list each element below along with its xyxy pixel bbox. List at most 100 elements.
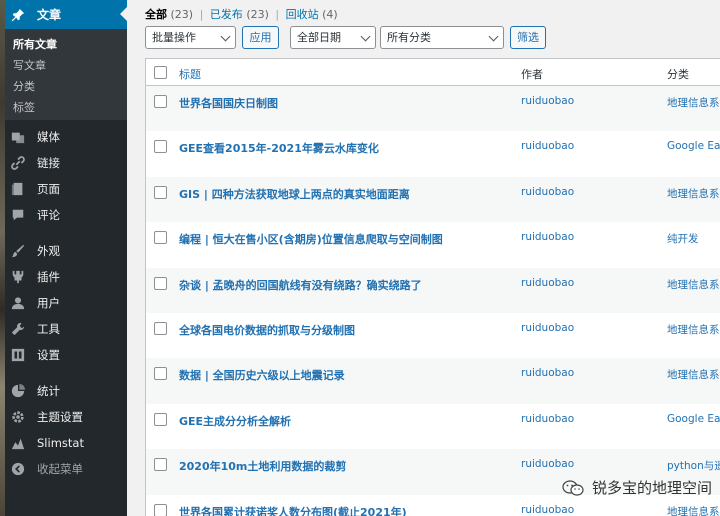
row-checkbox[interactable] xyxy=(154,503,167,516)
post-category-link[interactable]: 地理信息系统 xyxy=(667,277,720,292)
bulk-actions-value: 批量操作 xyxy=(152,31,196,44)
link-icon xyxy=(11,156,25,170)
filter-button[interactable]: 筛选 xyxy=(510,26,546,49)
filter-trash[interactable]: 回收站 xyxy=(286,8,319,21)
gear-icon xyxy=(12,411,24,423)
row-checkbox[interactable] xyxy=(154,458,167,472)
row-checkbox[interactable] xyxy=(154,140,167,154)
post-category-link[interactable]: Google Earth xyxy=(667,140,720,152)
post-title-link[interactable]: GEE查看2015年-2021年雾云水库变化 xyxy=(179,140,379,156)
menu-slimstat[interactable]: Slimstat xyxy=(5,430,127,456)
bulk-actions-select[interactable]: 批量操作 xyxy=(145,26,236,49)
row-checkbox[interactable] xyxy=(154,276,167,290)
post-title-link[interactable]: 世界各国国庆日制图 xyxy=(179,95,278,111)
table-row: 世界各国国庆日制图 ruiduobao 地理信息系统 xyxy=(146,86,720,132)
menu-statistics-label: 统计 xyxy=(37,384,60,398)
table-body: 世界各国国庆日制图 ruiduobao 地理信息系统 GEE查看2015年-2021年… xyxy=(146,86,720,516)
post-category-link[interactable]: python与遥感 xyxy=(667,458,720,473)
date-filter-value: 全部日期 xyxy=(297,31,341,44)
separator: | xyxy=(199,8,204,21)
table-header: 标题 作者 分类 xyxy=(146,59,720,86)
post-category-link[interactable]: Google Earth xyxy=(667,413,720,425)
filter-published[interactable]: 已发布 xyxy=(210,8,243,21)
post-title-link[interactable]: GEE主成分分析全解析 xyxy=(179,413,291,429)
filter-all-count: (23) xyxy=(170,8,194,21)
separator: | xyxy=(275,8,280,21)
menu-links-label: 链接 xyxy=(37,156,60,170)
post-author-link[interactable]: ruiduobao xyxy=(521,95,574,107)
submenu-all-posts[interactable]: 所有文章 xyxy=(5,34,127,55)
row-checkbox[interactable] xyxy=(154,367,167,381)
post-author-link[interactable]: ruiduobao xyxy=(521,367,574,379)
menu-pages-label: 页面 xyxy=(37,182,60,196)
post-author-link[interactable]: ruiduobao xyxy=(521,277,574,289)
post-title-link[interactable]: 杂谈 | 孟晚舟的回国航线有没有绕路？确实绕路了 xyxy=(179,277,422,293)
plugin-icon xyxy=(12,270,24,284)
menu-collapse[interactable]: 收起菜单 xyxy=(5,456,127,482)
posts-table: 标题 作者 分类 世界各国国庆日制图 ruiduobao 地理信息系统 GEE查看20… xyxy=(145,58,720,516)
row-checkbox[interactable] xyxy=(154,321,167,335)
menu-posts[interactable]: 文章 xyxy=(5,0,127,29)
post-title-link[interactable]: 全球各国电价数据的抓取与分级制图 xyxy=(179,322,355,338)
post-author-link[interactable]: ruiduobao xyxy=(521,231,574,243)
menu-links[interactable]: 链接 xyxy=(5,150,127,176)
post-title-link[interactable]: 编程 | 恒大在售小区(含期房)位置信息爬取与空间制图 xyxy=(179,231,443,247)
post-category-link[interactable]: 地理信息系统 xyxy=(667,367,720,382)
post-category-link[interactable]: 纯开发 xyxy=(667,231,699,246)
post-title-link[interactable]: 数据 | 全国历史六级以上地震记录 xyxy=(179,367,345,383)
menu-users[interactable]: 用户 xyxy=(5,290,127,316)
post-author-link[interactable]: ruiduobao xyxy=(521,186,574,198)
column-title-header[interactable]: 标题 xyxy=(179,66,201,82)
submenu-tags[interactable]: 标签 xyxy=(5,97,127,118)
menu-appearance[interactable]: 外观 xyxy=(5,238,127,264)
row-checkbox[interactable] xyxy=(154,95,167,108)
post-category-link[interactable]: 地理信息系统 xyxy=(667,95,720,110)
submenu-add-post[interactable]: 写文章 xyxy=(5,55,127,76)
post-author-link[interactable]: ruiduobao xyxy=(521,140,574,152)
apply-button[interactable]: 应用 xyxy=(242,26,279,49)
watermark: 锐多宝的地理空间 xyxy=(562,477,712,498)
collapse-icon xyxy=(11,462,25,476)
chevron-down-icon xyxy=(488,31,499,42)
post-category-link[interactable]: 地理信息系统 xyxy=(667,186,720,201)
category-filter-select[interactable]: 所有分类 xyxy=(380,26,504,49)
row-checkbox[interactable] xyxy=(154,412,167,426)
status-filter-links: 全部 (23) | 已发布 (23) | 回收站 (4) xyxy=(145,6,338,22)
post-author-link[interactable]: ruiduobao xyxy=(521,322,574,334)
menu-statistics[interactable]: 统计 xyxy=(5,378,127,404)
post-author-link[interactable]: ruiduobao xyxy=(521,458,574,470)
post-title-link[interactable]: 世界各国累计获诺奖人数分布图(截止2021年) xyxy=(179,504,407,516)
menu-plugins[interactable]: 插件 xyxy=(5,264,127,290)
post-author-link[interactable]: ruiduobao xyxy=(521,413,574,425)
post-title-link[interactable]: GIS | 四种方法获取地球上两点的真实地面距离 xyxy=(179,186,410,202)
menu-settings-label: 设置 xyxy=(37,348,60,362)
menu-pages[interactable]: 页面 xyxy=(5,176,127,202)
pin-icon xyxy=(11,8,25,21)
post-title-link[interactable]: 2020年10m土地利用数据的裁剪 xyxy=(179,458,346,474)
post-author-link[interactable]: ruiduobao xyxy=(521,504,574,516)
menu-theme-settings-label: 主题设置 xyxy=(37,410,83,424)
row-checkbox[interactable] xyxy=(154,231,167,245)
table-row: 数据 | 全国历史六级以上地震记录 ruiduobao 地理信息系统 xyxy=(146,358,720,404)
menu-tools[interactable]: 工具 xyxy=(5,316,127,342)
submenu-categories[interactable]: 分类 xyxy=(5,76,127,97)
post-category-link[interactable]: 地理信息系统 xyxy=(667,504,720,516)
menu-media[interactable]: 媒体 xyxy=(5,124,127,150)
post-category-link[interactable]: 地理信息系统 xyxy=(667,322,720,337)
menu-settings[interactable]: 设置 xyxy=(5,342,127,368)
menu-users-label: 用户 xyxy=(37,296,60,310)
date-filter-select[interactable]: 全部日期 xyxy=(290,26,376,49)
menu-theme-settings[interactable]: 主题设置 xyxy=(5,404,127,430)
select-all-checkbox[interactable] xyxy=(154,66,167,79)
watermark-text: 锐多宝的地理空间 xyxy=(591,479,712,497)
row-checkbox[interactable] xyxy=(154,185,167,199)
menu-comments[interactable]: 评论 xyxy=(5,202,127,228)
wrench-icon xyxy=(11,322,25,336)
admin-sidebar: 文章 所有文章 写文章 分类 标签 媒体 链接 页面 评论 外观 插件 用户 工… xyxy=(5,0,127,516)
media-icon xyxy=(11,132,25,144)
filter-all[interactable]: 全部 xyxy=(145,8,167,21)
table-row: 全球各国电价数据的抓取与分级制图 ruiduobao 地理信息系统 xyxy=(146,313,720,358)
menu-tools-label: 工具 xyxy=(37,322,60,336)
settings-icon xyxy=(11,348,25,362)
chart-pie-icon xyxy=(11,384,25,398)
